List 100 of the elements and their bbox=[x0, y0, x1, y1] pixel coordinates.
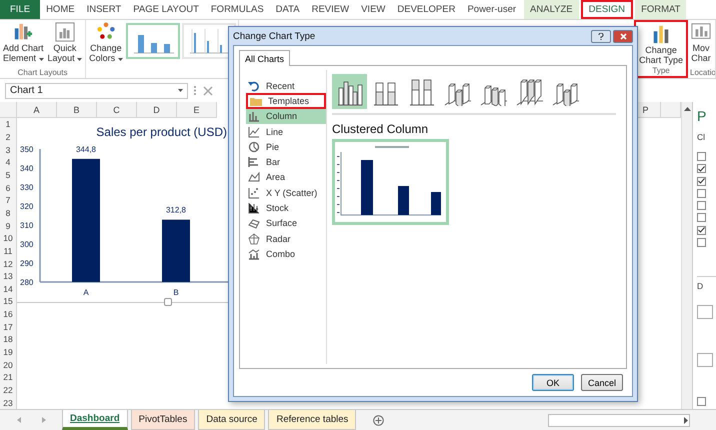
row-header[interactable]: 3 bbox=[0, 143, 17, 156]
add-sheet-icon[interactable] bbox=[373, 414, 384, 426]
row-header[interactable]: 8 bbox=[0, 206, 17, 220]
resize-handle[interactable] bbox=[164, 298, 172, 306]
row-header[interactable]: 15 bbox=[0, 295, 17, 308]
row-header[interactable]: 5 bbox=[0, 168, 17, 182]
row-header[interactable]: 2 bbox=[0, 130, 17, 144]
subtype-title: Clustered Column bbox=[332, 122, 430, 136]
ribbon-tab[interactable]: FILE bbox=[0, 0, 40, 19]
chart-type-item[interactable]: Combo bbox=[246, 246, 326, 262]
help-button[interactable] bbox=[591, 30, 611, 42]
checkbox[interactable] bbox=[697, 238, 706, 248]
row-header[interactable]: 4 bbox=[0, 156, 17, 169]
row-header[interactable]: 22 bbox=[0, 384, 17, 396]
y-tick-label: 350 bbox=[20, 145, 34, 154]
ribbon-tab[interactable]: FORMULAS bbox=[204, 0, 270, 19]
sheet-tab[interactable]: Data source bbox=[198, 410, 266, 430]
ribbon-button[interactable]: Add Chart Element bbox=[2, 21, 45, 63]
sheet-tab[interactable]: Dashboard bbox=[62, 410, 128, 430]
sheet-tab[interactable]: Reference tables bbox=[268, 410, 356, 430]
checkbox[interactable] bbox=[697, 201, 706, 210]
sheet-column-heading[interactable]: A bbox=[17, 102, 57, 118]
row-header[interactable]: 1 bbox=[0, 118, 17, 131]
ribbon-tab[interactable]: REVIEW bbox=[306, 0, 356, 19]
pane-section-label: D bbox=[697, 276, 716, 292]
row-header[interactable]: 16 bbox=[0, 308, 17, 320]
chart-type-item[interactable]: Pie bbox=[246, 139, 326, 154]
row-header[interactable]: 21 bbox=[0, 371, 17, 384]
checkbox[interactable] bbox=[697, 226, 706, 235]
chart-type-item[interactable]: Bar bbox=[246, 154, 326, 170]
scroll-up-arrow-icon[interactable] bbox=[684, 106, 690, 112]
dialog-button[interactable]: OK bbox=[532, 374, 574, 391]
chart-type-item[interactable]: Stock bbox=[246, 200, 326, 216]
chart-type-item[interactable]: Area bbox=[246, 170, 326, 186]
scroll-right-arrow-icon[interactable] bbox=[683, 416, 689, 424]
ribbon-button[interactable]: Change Colors bbox=[88, 21, 124, 63]
row-header[interactable]: 12 bbox=[0, 257, 17, 270]
layout-icon bbox=[54, 21, 75, 43]
chart-preview[interactable] bbox=[332, 139, 449, 225]
ribbon-tab[interactable]: Power-user bbox=[461, 0, 522, 19]
column-3d-icon bbox=[516, 78, 544, 106]
ribbon-button[interactable]: Mov Char bbox=[690, 21, 712, 63]
sheet-column-heading[interactable]: B bbox=[57, 102, 97, 118]
row-header[interactable]: 14 bbox=[0, 282, 17, 296]
name-box[interactable]: Chart 1 bbox=[5, 82, 188, 98]
ribbon-tab[interactable]: DEVELOPER bbox=[391, 0, 462, 19]
sheet-column-heading[interactable]: E bbox=[177, 102, 217, 118]
checkbox[interactable] bbox=[697, 164, 706, 174]
dialog-tab[interactable]: All Charts bbox=[239, 50, 290, 66]
chart-type-item[interactable]: Surface bbox=[246, 216, 326, 231]
row-header[interactable]: 19 bbox=[0, 346, 17, 358]
chart-type-item[interactable]: Line bbox=[246, 124, 326, 140]
chart-type-item[interactable]: Recent bbox=[246, 78, 326, 94]
row-header[interactable]: 20 bbox=[0, 358, 17, 372]
input-field[interactable] bbox=[697, 305, 713, 320]
row-header[interactable]: 18 bbox=[0, 333, 17, 346]
pane-title: P bbox=[697, 108, 708, 124]
ribbon-tab[interactable]: DESIGN bbox=[580, 0, 634, 19]
undo-arrow-icon bbox=[248, 80, 260, 92]
caret-icon bbox=[178, 89, 183, 92]
checkbox[interactable] bbox=[697, 152, 706, 161]
ribbon-tab[interactable]: ANALYZE bbox=[524, 0, 579, 19]
bar-chart-icon bbox=[248, 156, 260, 168]
horizontal-scrollbar[interactable] bbox=[548, 414, 690, 426]
vertical-scrollbar[interactable] bbox=[681, 102, 692, 409]
row-header[interactable]: 17 bbox=[0, 320, 17, 334]
sheet-tab[interactable]: PivotTables bbox=[130, 410, 196, 430]
chart-type-item[interactable]: Radar bbox=[246, 230, 326, 246]
checkbox[interactable] bbox=[697, 188, 706, 198]
chart-type-item[interactable]: Column bbox=[246, 108, 326, 124]
chart-type-item[interactable]: Templates bbox=[246, 93, 326, 109]
row-header[interactable]: 11 bbox=[0, 244, 17, 258]
row-header[interactable]: 9 bbox=[0, 219, 17, 232]
ribbon-tab[interactable]: FORMAT bbox=[635, 0, 686, 19]
close-button[interactable] bbox=[613, 30, 633, 42]
ribbon-button[interactable]: Change Chart Type bbox=[638, 23, 684, 65]
ribbon-tab[interactable]: INSERT bbox=[80, 0, 128, 19]
pane-subtitle: Cl bbox=[697, 132, 706, 142]
checkbox[interactable] bbox=[697, 396, 706, 406]
ribbon-button[interactable]: Quick Layout bbox=[46, 21, 84, 63]
y-tick-label: 330 bbox=[20, 183, 34, 192]
row-header[interactable]: 7 bbox=[0, 194, 17, 207]
input-field[interactable] bbox=[697, 353, 713, 368]
y-tick-label: 340 bbox=[20, 164, 34, 173]
chart-type-item[interactable]: X Y (Scatter) bbox=[246, 185, 326, 200]
dialog-button[interactable]: Cancel bbox=[581, 374, 623, 391]
ribbon-tab[interactable]: DATA bbox=[270, 0, 306, 19]
row-header[interactable]: 23 bbox=[0, 396, 17, 410]
sheet-column-heading[interactable]: C bbox=[97, 102, 137, 118]
row-header[interactable]: 6 bbox=[0, 181, 17, 194]
row-header[interactable]: 13 bbox=[0, 270, 17, 282]
y-tick-label: 320 bbox=[20, 202, 34, 211]
ribbon-tab[interactable]: PAGE LAYOUT bbox=[127, 0, 205, 19]
checkbox[interactable] bbox=[697, 176, 706, 186]
chart-subtype-button[interactable] bbox=[332, 74, 367, 109]
ribbon-tab[interactable]: HOME bbox=[40, 0, 81, 19]
sheet-column-heading[interactable]: D bbox=[137, 102, 177, 118]
checkbox[interactable] bbox=[697, 213, 706, 222]
ribbon-tab[interactable]: VIEW bbox=[355, 0, 392, 19]
row-header[interactable]: 10 bbox=[0, 232, 17, 245]
